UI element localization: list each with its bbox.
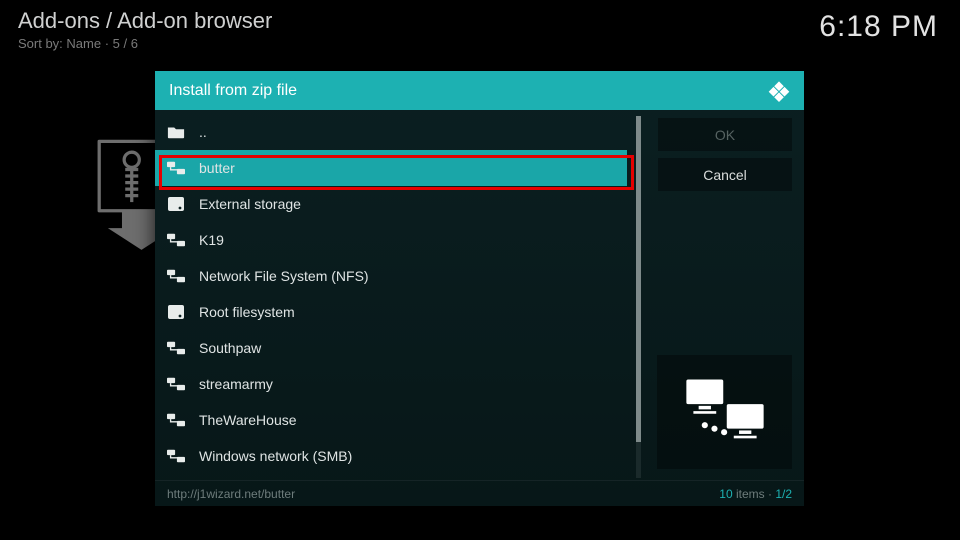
sort-by-label: Sort by: Name · 5 / 6 — [18, 36, 138, 51]
network-share-icon — [167, 160, 185, 176]
file-list-container: .. butter External storage K19 Network File … — [155, 110, 642, 480]
network-share-icon — [167, 448, 185, 464]
network-share-icon — [167, 268, 185, 284]
install-from-zip-dialog: Install from zip file .. butter External s… — [155, 71, 804, 506]
network-share-icon — [167, 412, 185, 428]
kodi-logo-icon — [768, 80, 790, 102]
file-row-0[interactable]: .. — [155, 114, 627, 150]
file-row-label: .. — [199, 124, 207, 140]
file-row-3[interactable]: K19 — [155, 222, 627, 258]
file-row-label: Network File System (NFS) — [199, 268, 369, 284]
network-share-icon — [167, 340, 185, 356]
file-row-6[interactable]: Southpaw — [155, 330, 627, 366]
item-count-word: items · — [733, 487, 776, 501]
ok-button[interactable]: OK — [658, 118, 792, 151]
file-row-label: External storage — [199, 196, 301, 212]
network-share-icon — [167, 232, 185, 248]
item-count: 10 items · 1/2 — [719, 487, 792, 501]
file-row-2[interactable]: External storage — [155, 186, 627, 222]
file-row-7[interactable]: streamarmy — [155, 366, 627, 402]
file-row-label: Windows network (SMB) — [199, 448, 352, 464]
scrollbar[interactable] — [636, 116, 641, 478]
file-row-label: butter — [199, 160, 235, 176]
file-row-8[interactable]: TheWareHouse — [155, 402, 627, 438]
file-row-4[interactable]: Network File System (NFS) — [155, 258, 627, 294]
cancel-button[interactable]: Cancel — [658, 158, 792, 191]
disk-icon — [167, 196, 185, 212]
file-row-label: streamarmy — [199, 376, 273, 392]
disk-icon — [167, 304, 185, 320]
file-row-label: TheWareHouse — [199, 412, 297, 428]
folder-up-icon — [167, 124, 185, 140]
dialog-title: Install from zip file — [169, 82, 768, 100]
item-count-number: 10 — [719, 487, 732, 501]
dialog-sidebar: OK Cancel — [642, 110, 804, 480]
dialog-body: .. butter External storage K19 Network File … — [155, 110, 804, 480]
file-row-label: K19 — [199, 232, 224, 248]
scroll-thumb[interactable] — [636, 116, 641, 442]
breadcrumb: Add-ons / Add-on browser — [18, 8, 272, 34]
dialog-footer: http://j1wizard.net/butter 10 items · 1/… — [155, 480, 804, 506]
file-row-1[interactable]: butter — [155, 150, 627, 186]
file-row-label: Southpaw — [199, 340, 261, 356]
clock: 6:18 PM — [819, 10, 938, 44]
current-path: http://j1wizard.net/butter — [167, 487, 719, 501]
file-list[interactable]: .. butter External storage K19 Network File … — [155, 114, 627, 478]
file-row-5[interactable]: Root filesystem — [155, 294, 627, 330]
network-share-icon — [167, 376, 185, 392]
file-row-label: Root filesystem — [199, 304, 295, 320]
screen: Add-ons / Add-on browser Sort by: Name ·… — [0, 0, 960, 540]
page-indicator: 1/2 — [775, 487, 792, 501]
dialog-titlebar: Install from zip file — [155, 71, 804, 110]
file-row-9[interactable]: Windows network (SMB) — [155, 438, 627, 474]
preview-thumbnail — [657, 355, 792, 469]
